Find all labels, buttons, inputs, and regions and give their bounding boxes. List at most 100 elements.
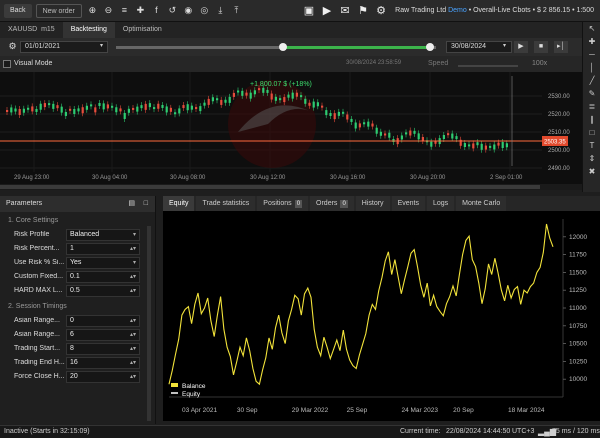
spinner-icon[interactable]: ▴▾ bbox=[130, 272, 136, 282]
tab-history[interactable]: History bbox=[355, 196, 390, 211]
pencil-icon[interactable]: ✎ bbox=[583, 87, 600, 100]
candle-body bbox=[186, 104, 189, 111]
candle-body bbox=[300, 95, 303, 98]
visual-mode-checkbox[interactable] bbox=[3, 60, 11, 68]
tab-count-badge: 0 bbox=[340, 200, 348, 208]
eye-icon[interactable]: ◉ bbox=[183, 5, 194, 16]
symbol-label: XAUUSD bbox=[8, 26, 38, 33]
camera-icon[interactable]: ▣ bbox=[302, 4, 316, 18]
candle-body bbox=[232, 92, 235, 97]
candle-body bbox=[161, 104, 164, 108]
chart-horizontal-scrollbar[interactable] bbox=[0, 184, 582, 190]
zoom-in-icon[interactable]: ⊕ bbox=[87, 5, 98, 16]
crosshair-tool-icon[interactable]: ✚ bbox=[583, 35, 600, 48]
trend-line-icon[interactable]: ╱ bbox=[583, 74, 600, 87]
stop-button[interactable]: ■ bbox=[534, 41, 548, 53]
new-order-button[interactable]: New order bbox=[35, 3, 82, 18]
back-button[interactable]: Back bbox=[4, 3, 32, 18]
shape-icon[interactable]: □ bbox=[583, 126, 600, 139]
ruler-icon[interactable]: ⇕ bbox=[583, 152, 600, 165]
tab-orders[interactable]: Orders 0 bbox=[310, 196, 354, 211]
parameter-dropdown[interactable]: Yes ▾ bbox=[66, 257, 140, 269]
settings-gear-icon[interactable]: ⚙ bbox=[7, 41, 18, 52]
broker-info[interactable]: Raw Trading Ltd Demo • Overall-Live Cbot… bbox=[395, 0, 594, 22]
gear-icon[interactable]: ⚙ bbox=[374, 4, 388, 18]
fibonacci-icon[interactable]: ≣ bbox=[583, 100, 600, 113]
utc-offset[interactable]: UTC+3 bbox=[512, 428, 534, 435]
parameter-input[interactable]: 1 ▴▾ bbox=[66, 243, 140, 255]
timeframe-icon[interactable]: ≡ bbox=[119, 5, 130, 16]
upload-icon[interactable]: ⤒ bbox=[231, 5, 242, 16]
parameter-input[interactable]: 8 ▴▾ bbox=[66, 343, 140, 355]
horizontal-line-icon[interactable]: ─ bbox=[583, 48, 600, 61]
tab-events[interactable]: Events bbox=[391, 196, 425, 211]
spinner-icon[interactable]: ▴▾ bbox=[130, 316, 136, 326]
candle-body bbox=[144, 103, 147, 110]
slider-end-handle[interactable] bbox=[426, 43, 434, 51]
chevron-down-icon[interactable]: ▾ bbox=[133, 258, 136, 268]
parameter-value: 1 bbox=[70, 245, 74, 252]
flag-icon[interactable]: ⚑ bbox=[356, 4, 370, 18]
spinner-icon[interactable]: ▴▾ bbox=[130, 372, 136, 382]
download-icon[interactable]: ⤓ bbox=[215, 5, 226, 16]
video-icon[interactable]: ▶ bbox=[320, 4, 334, 18]
chevron-down-icon[interactable]: ▾ bbox=[100, 42, 103, 49]
play-button[interactable]: ▶ bbox=[514, 41, 528, 53]
parameter-input[interactable]: 6 ▴▾ bbox=[66, 329, 140, 341]
trash-icon[interactable]: ✖ bbox=[583, 165, 600, 178]
instrument-tabs: XAUUSD m15 Backtesting Optimisation bbox=[0, 22, 582, 38]
spinner-icon[interactable]: ▴▾ bbox=[130, 244, 136, 254]
candle-body bbox=[472, 143, 475, 149]
spinner-icon[interactable]: ▴▾ bbox=[130, 344, 136, 354]
parameter-input[interactable]: 16 ▴▾ bbox=[66, 357, 140, 369]
parameter-input[interactable]: 0 ▴▾ bbox=[66, 315, 140, 327]
tab-trade-statistics[interactable]: Trade statistics bbox=[196, 196, 256, 211]
maximize-icon[interactable]: □ bbox=[144, 196, 148, 212]
parameters-panel: Parameters ▤ □ 1. Core Settings Risk Prof… bbox=[0, 196, 156, 424]
facebook-icon[interactable]: f bbox=[151, 5, 162, 16]
channel-icon[interactable]: ∥ bbox=[583, 113, 600, 126]
spinner-icon[interactable]: ▴▾ bbox=[130, 330, 136, 340]
zoom-out-icon[interactable]: ⊖ bbox=[103, 5, 114, 16]
parameter-value: 0.5 bbox=[70, 287, 80, 294]
candle-body bbox=[321, 105, 324, 108]
tab-equity[interactable]: Equity bbox=[163, 196, 195, 211]
candle-body bbox=[224, 99, 227, 103]
hide-icon[interactable]: ◎ bbox=[199, 5, 210, 16]
date-range-slider[interactable] bbox=[116, 43, 436, 51]
candle-body bbox=[228, 96, 231, 103]
parameter-input[interactable]: 20 ▴▾ bbox=[66, 371, 140, 383]
tab-logs[interactable]: Logs bbox=[426, 196, 455, 211]
tab-monte-carlo[interactable]: Monte Carlo bbox=[456, 196, 507, 211]
parameter-row: Trading Start... 8 ▴▾ bbox=[0, 342, 155, 356]
parameter-input[interactable]: 0.1 ▴▾ bbox=[66, 271, 140, 283]
start-date-input[interactable]: 01/01/2021 bbox=[20, 41, 108, 53]
cursor-icon[interactable]: ↖ bbox=[583, 22, 600, 35]
chevron-down-icon[interactable]: ▾ bbox=[133, 230, 136, 240]
vertical-line-icon[interactable]: │ bbox=[583, 61, 600, 74]
slider-start-handle[interactable] bbox=[279, 43, 287, 51]
tab-backtesting[interactable]: Backtesting bbox=[62, 22, 115, 38]
undo-icon[interactable]: ↺ bbox=[167, 5, 178, 16]
parameter-dropdown[interactable]: Balanced ▾ bbox=[66, 229, 140, 241]
tab-positions[interactable]: Positions 0 bbox=[257, 196, 309, 211]
scrollbar-thumb[interactable] bbox=[0, 185, 540, 189]
parameter-input[interactable]: 0.5 ▴▾ bbox=[66, 285, 140, 297]
text-icon[interactable]: T bbox=[583, 139, 600, 152]
crosshair-icon[interactable]: ✚ bbox=[135, 5, 146, 16]
spinner-icon[interactable]: ▴▾ bbox=[130, 358, 136, 368]
spinner-icon[interactable]: ▴▾ bbox=[130, 286, 136, 296]
chevron-down-icon[interactable]: ▾ bbox=[503, 42, 506, 49]
tab-optimisation[interactable]: Optimisation bbox=[115, 22, 170, 38]
parameters-scrollbar[interactable] bbox=[147, 226, 151, 421]
envelope-icon[interactable]: ✉ bbox=[338, 4, 352, 18]
speed-slider[interactable] bbox=[458, 65, 518, 67]
media-toolbar: ▣ ▶ ✉ ⚑ ⚙ bbox=[302, 3, 392, 19]
save-icon[interactable]: ▤ bbox=[128, 196, 135, 212]
y-tick-label: 2530.00 bbox=[548, 94, 570, 100]
step-button[interactable]: ▸│ bbox=[554, 41, 568, 53]
price-chart[interactable]: 2503.35 +1 800.07 $ (+18%) 2530.00 2520.0… bbox=[0, 72, 582, 187]
tab-symbol[interactable]: XAUUSD m15 bbox=[0, 22, 63, 38]
candlestick-chart[interactable]: 2503.35 +1 800.07 $ (+18%) 2530.00 2520.0… bbox=[0, 72, 582, 187]
candle-body bbox=[56, 105, 59, 109]
